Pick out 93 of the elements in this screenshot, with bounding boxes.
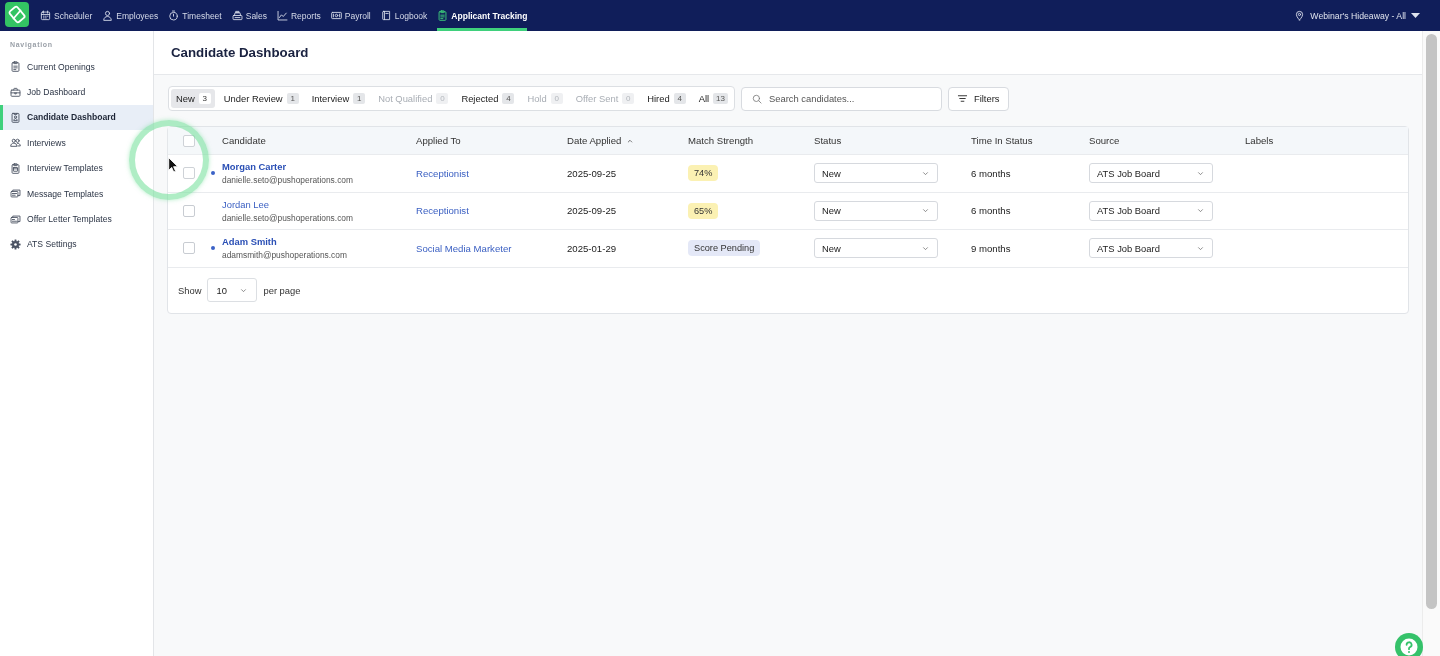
row-checkbox[interactable] — [183, 204, 195, 217]
status-tab[interactable]: Interview 1 — [306, 89, 370, 108]
settings-icon — [10, 238, 21, 250]
tab-count: 13 — [713, 93, 728, 104]
app-logo-icon[interactable] — [5, 2, 29, 27]
date-applied: 2025-09-25 — [567, 167, 617, 179]
candidate-email: adamsmith@pushoperations.com — [222, 250, 347, 261]
status-tab[interactable]: Hired 4 — [642, 89, 690, 108]
candidate-email: danielle.seto@pushoperations.com — [222, 175, 353, 186]
briefcase-icon — [10, 86, 21, 98]
clipboard-icon — [437, 10, 449, 21]
tab-count: 1 — [286, 93, 299, 104]
nav-tab[interactable]: Employees — [102, 0, 159, 31]
status-select[interactable]: New — [814, 200, 938, 221]
tab-count: 1 — [353, 93, 366, 104]
per-page-label: per page — [263, 284, 301, 296]
show-label: Show — [178, 284, 202, 296]
calendar-icon — [40, 10, 51, 21]
row-checkbox[interactable] — [183, 242, 195, 255]
filters-button[interactable]: Filters — [947, 86, 1009, 111]
sidebar-item[interactable]: Interviews — [0, 130, 153, 156]
column-header: Time In Status — [970, 135, 1034, 146]
location-selector[interactable]: Webinar's Hideaway - All — [1294, 0, 1420, 31]
status-tab[interactable]: All 13 — [693, 89, 732, 108]
search-field[interactable]: Search candidates... — [740, 86, 942, 111]
map-pin-icon — [1294, 10, 1306, 21]
sidebar-item[interactable]: ATS Settings — [0, 231, 153, 258]
sidebar-item[interactable]: Message Templates — [0, 180, 153, 207]
candidate-name[interactable]: Jordan Lee — [222, 198, 353, 210]
page-title: Candidate Dashboard — [171, 45, 309, 60]
date-applied: 2025-01-29 — [567, 242, 617, 254]
caret-icon — [1411, 11, 1420, 20]
column-header: Status — [813, 135, 843, 146]
source-select[interactable]: ATS Job Board — [1089, 200, 1213, 221]
tab-count: 4 — [502, 93, 515, 104]
column-header[interactable]: Date Applied — [561, 135, 682, 146]
nav-tab[interactable]: Logbook — [380, 0, 428, 31]
stopwatch-icon — [168, 10, 180, 21]
sidebar-item[interactable]: Interview Templates — [0, 155, 153, 181]
status-tab[interactable]: Under Review 1 — [218, 89, 303, 108]
stacked-documents-icon — [10, 213, 21, 225]
column-header: Labels — [1244, 135, 1275, 146]
id-badge-icon — [10, 111, 21, 123]
nav-tab[interactable]: Timesheet — [168, 0, 222, 31]
candidate-name[interactable]: Adam Smith — [222, 236, 347, 248]
nav-tab[interactable]: Sales — [231, 0, 267, 31]
line-chart-icon — [277, 10, 288, 21]
nav-tab[interactable]: Reports — [277, 0, 321, 31]
clipboard-icon — [10, 61, 21, 73]
cash-register-icon — [231, 10, 243, 21]
time-in-status: 6 months — [971, 205, 1011, 217]
status-tab[interactable]: Rejected 4 — [456, 89, 519, 108]
sidebar-item[interactable]: Current Openings — [0, 54, 153, 80]
help-icon[interactable] — [1395, 633, 1423, 656]
time-in-status: 6 months — [971, 167, 1011, 179]
calendar-clipboard-icon — [10, 162, 21, 174]
match-strength-tag: 74% — [688, 165, 719, 182]
stacked-cards-icon — [10, 188, 21, 200]
row-checkbox[interactable] — [183, 167, 195, 180]
match-strength-tag: 65% — [688, 202, 719, 219]
date-applied: 2025-09-25 — [567, 205, 617, 217]
select-all-checkbox[interactable] — [183, 134, 195, 147]
search-icon — [751, 93, 762, 104]
time-in-status: 9 months — [971, 242, 1011, 254]
person-icon — [102, 10, 114, 21]
candidate-name[interactable]: Morgan Carter — [222, 161, 353, 173]
source-select[interactable]: ATS Job Board — [1089, 238, 1213, 259]
filter-icon — [956, 93, 968, 104]
tab-count: 3 — [198, 93, 211, 104]
column-header: Source — [1088, 135, 1121, 146]
job-title-link[interactable]: Social Media Marketer — [416, 242, 512, 254]
book-icon — [380, 10, 392, 21]
nav-tab[interactable]: Payroll — [330, 0, 371, 31]
tab-count: 4 — [673, 93, 686, 104]
people-icon — [10, 137, 21, 149]
status-tab[interactable]: New 3 — [171, 89, 215, 108]
sidebar-item[interactable]: Offer Letter Templates — [0, 206, 153, 232]
job-title-link[interactable]: Receptionist — [416, 167, 469, 179]
sidebar-item[interactable]: Candidate Dashboard — [0, 104, 153, 131]
banknote-icon — [330, 10, 342, 21]
scrollbar-thumb[interactable] — [1426, 34, 1437, 609]
match-strength-tag: Score Pending — [688, 240, 761, 257]
nav-tab[interactable]: Scheduler — [40, 0, 93, 31]
status-select[interactable]: New — [814, 238, 938, 259]
status-select[interactable]: New — [814, 163, 938, 184]
page-size-select[interactable]: 10 — [207, 278, 258, 302]
sidebar-item[interactable]: Job Dashboard — [0, 79, 153, 105]
source-select[interactable]: ATS Job Board — [1089, 163, 1213, 184]
column-header: Candidate — [221, 135, 267, 146]
column-header: Match Strength — [687, 135, 755, 146]
job-title-link[interactable]: Receptionist — [416, 205, 469, 217]
column-header: Applied To — [415, 135, 462, 146]
candidate-email: danielle.seto@pushoperations.com — [222, 212, 353, 223]
